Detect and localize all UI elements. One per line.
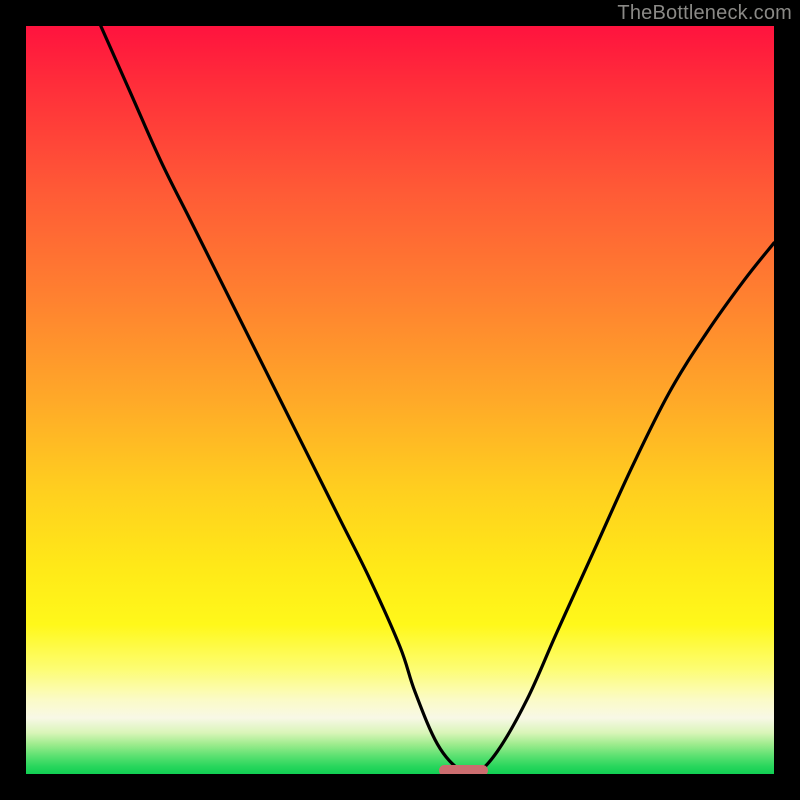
watermark-text: TheBottleneck.com	[617, 2, 792, 25]
plot-area	[26, 26, 774, 774]
chart-frame: TheBottleneck.com	[0, 0, 800, 800]
bottleneck-curve	[26, 26, 774, 774]
bottleneck-marker	[439, 765, 488, 774]
